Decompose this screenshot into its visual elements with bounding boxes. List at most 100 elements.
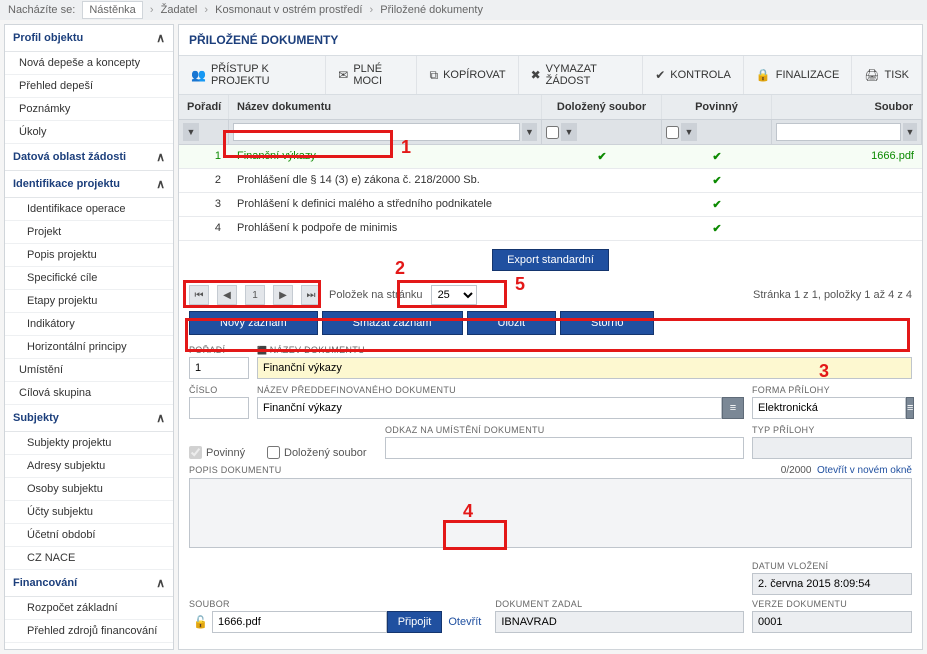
crumb[interactable]: Nástěnka bbox=[82, 1, 142, 19]
sb-identifikace[interactable]: Identifikace projektu∧ bbox=[5, 171, 173, 198]
cislo-input[interactable] bbox=[189, 397, 249, 419]
datum-label: DATUM VLOŽENÍ bbox=[752, 561, 912, 573]
nazev-input[interactable] bbox=[257, 357, 912, 379]
filter-icon[interactable]: ▼ bbox=[903, 123, 917, 141]
chevron-up-icon: ∧ bbox=[156, 177, 165, 191]
table-row[interactable]: 4Prohlášení k podpoře de minimis✔ bbox=[179, 217, 922, 241]
filter-icon[interactable]: ▼ bbox=[681, 123, 697, 141]
list-picker-icon[interactable]: ≡ bbox=[906, 397, 914, 419]
tool-pristup[interactable]: 👥PŘÍSTUP K PROJEKTU bbox=[179, 56, 326, 94]
pager-summary: Stránka 1 z 1, položky 1 až 4 z 4 bbox=[753, 289, 912, 301]
open-new-window-link[interactable]: Otevřít v novém okně bbox=[817, 465, 912, 476]
people-icon: 👥 bbox=[191, 68, 206, 82]
sb-item[interactable]: Účetní období bbox=[5, 524, 173, 547]
sb-item[interactable]: Identifikace operace bbox=[5, 198, 173, 221]
table-row[interactable]: 1Finanční výkazy✔✔1666.pdf bbox=[179, 145, 922, 169]
popis-textarea[interactable] bbox=[189, 478, 912, 548]
sb-item[interactable]: Adresy subjektu bbox=[5, 455, 173, 478]
tool-vymazat[interactable]: ✖VYMAZAT ŽÁDOST bbox=[519, 56, 644, 94]
popis-label: POPIS DOKUMENTU bbox=[189, 465, 282, 476]
sb-item[interactable]: Účty subjektu bbox=[5, 501, 173, 524]
print-icon: 🖨 bbox=[864, 68, 879, 82]
dolozeny-checkbox[interactable] bbox=[267, 446, 280, 459]
storno-button[interactable]: Storno bbox=[560, 311, 654, 335]
crumb[interactable]: Žadatel bbox=[161, 4, 198, 16]
smazat-zaznam-button[interactable]: Smazat záznam bbox=[322, 311, 463, 335]
sb-item[interactable]: Horizontální principy bbox=[5, 336, 173, 359]
tool-plnemoci[interactable]: ✉PLNÉ MOCI bbox=[326, 56, 417, 94]
sb-item[interactable]: Etapy projektu bbox=[5, 290, 173, 313]
check-icon: ✔ bbox=[655, 68, 665, 82]
odkaz-label: ODKAZ NA UMÍSTĚNÍ DOKUMENTU bbox=[385, 425, 744, 437]
filter-icon[interactable]: ▼ bbox=[561, 123, 577, 141]
sb-item[interactable]: Subjekty projektu bbox=[5, 432, 173, 455]
sb-item[interactable]: Přehled zdrojů financování bbox=[5, 620, 173, 643]
pager-next[interactable]: ▶ bbox=[273, 285, 293, 305]
dokzadal-input bbox=[495, 611, 744, 633]
sb-item[interactable]: CZ NACE bbox=[5, 547, 173, 570]
sb-item[interactable]: Cílová skupina bbox=[5, 382, 173, 405]
delete-icon: ✖ bbox=[531, 68, 541, 82]
dokzadal-label: DOKUMENT ZADAL bbox=[495, 599, 744, 611]
pager-prev[interactable]: ◀ bbox=[217, 285, 237, 305]
soubor-input[interactable] bbox=[212, 611, 387, 633]
otevrit-link[interactable]: Otevřít bbox=[442, 616, 487, 628]
sb-item[interactable]: Poznámky bbox=[5, 98, 173, 121]
sb-profil-objektu[interactable]: Profil objektu∧ bbox=[5, 25, 173, 52]
sb-item[interactable]: Osoby subjektu bbox=[5, 478, 173, 501]
pager-first[interactable]: ⏮ bbox=[189, 285, 209, 305]
poradi-input[interactable] bbox=[189, 357, 249, 379]
copy-icon: ⧉ bbox=[429, 68, 438, 83]
tool-kontrola[interactable]: ✔KONTROLA bbox=[643, 56, 744, 94]
nazev-label: NÁZEV DOKUMENTU bbox=[257, 345, 912, 357]
list-picker-icon[interactable]: ≡ bbox=[722, 397, 744, 419]
tool-tisk[interactable]: 🖨TISK bbox=[852, 56, 922, 94]
sb-item[interactable]: Indikátory bbox=[5, 313, 173, 336]
novy-zaznam-button[interactable]: Nový záznam bbox=[189, 311, 318, 335]
forma-input[interactable] bbox=[752, 397, 906, 419]
filter-icon[interactable]: ▼ bbox=[183, 123, 199, 141]
table-row[interactable]: 3Prohlášení k definici malého a středníh… bbox=[179, 193, 922, 217]
tool-finalizace[interactable]: 🔒FINALIZACE bbox=[744, 56, 853, 94]
filter-nazev[interactable] bbox=[233, 123, 520, 141]
char-counter: 0/2000 bbox=[781, 465, 812, 476]
filter-soubor[interactable] bbox=[776, 123, 901, 141]
sb-item[interactable]: Přehled depeší bbox=[5, 75, 173, 98]
pripojit-button[interactable]: Připojit bbox=[387, 611, 443, 633]
tool-kopirovat[interactable]: ⧉KOPÍROVAT bbox=[417, 56, 518, 94]
pager: ⏮ ◀ 1 ▶ ⏭ Položek na stránku 25 Stránka … bbox=[179, 279, 922, 311]
povinny-checkbox bbox=[189, 446, 202, 459]
sb-item[interactable]: Umístění bbox=[5, 359, 173, 382]
col-dolozeny[interactable]: Doložený soubor bbox=[542, 95, 662, 119]
col-povinny[interactable]: Povinný bbox=[662, 95, 772, 119]
sidebar: Profil objektu∧ Nová depeše a koncepty P… bbox=[4, 24, 174, 650]
page-size-select[interactable]: 25 bbox=[431, 285, 477, 305]
odkaz-input[interactable] bbox=[385, 437, 744, 459]
col-poradi[interactable]: Pořadí bbox=[179, 95, 229, 119]
filter-povinny[interactable] bbox=[666, 126, 679, 139]
pager-current[interactable]: 1 bbox=[245, 285, 265, 305]
sb-financovani[interactable]: Financování∧ bbox=[5, 570, 173, 597]
sb-item[interactable]: Projekt bbox=[5, 221, 173, 244]
cislo-label: ČÍSLO bbox=[189, 385, 249, 397]
crumb[interactable]: Přiložené dokumenty bbox=[380, 4, 483, 16]
panel-title: PŘILOŽENÉ DOKUMENTY bbox=[179, 25, 922, 56]
sb-item[interactable]: Nová depeše a koncepty bbox=[5, 52, 173, 75]
sb-item[interactable]: Specifické cíle bbox=[5, 267, 173, 290]
forma-label: FORMA PŘÍLOHY bbox=[752, 385, 912, 397]
crumb[interactable]: Kosmonaut v ostrém prostředí bbox=[215, 4, 362, 16]
ulozit-button[interactable]: Uložit bbox=[467, 311, 557, 335]
export-button[interactable]: Export standardní bbox=[492, 249, 609, 271]
sb-subjekty[interactable]: Subjekty∧ bbox=[5, 405, 173, 432]
pager-last[interactable]: ⏭ bbox=[301, 285, 321, 305]
table-row[interactable]: 2Prohlášení dle § 14 (3) e) zákona č. 21… bbox=[179, 169, 922, 193]
sb-item[interactable]: Rozpočet základní bbox=[5, 597, 173, 620]
filter-icon[interactable]: ▼ bbox=[522, 123, 537, 141]
sb-item[interactable]: Popis projektu bbox=[5, 244, 173, 267]
sb-datova-oblast[interactable]: Datová oblast žádosti∧ bbox=[5, 144, 173, 171]
col-nazev[interactable]: Název dokumentu bbox=[229, 95, 542, 119]
preddef-input[interactable] bbox=[257, 397, 722, 419]
col-soubor[interactable]: Soubor bbox=[772, 95, 922, 119]
filter-dolozeny[interactable] bbox=[546, 126, 559, 139]
sb-item[interactable]: Úkoly bbox=[5, 121, 173, 144]
